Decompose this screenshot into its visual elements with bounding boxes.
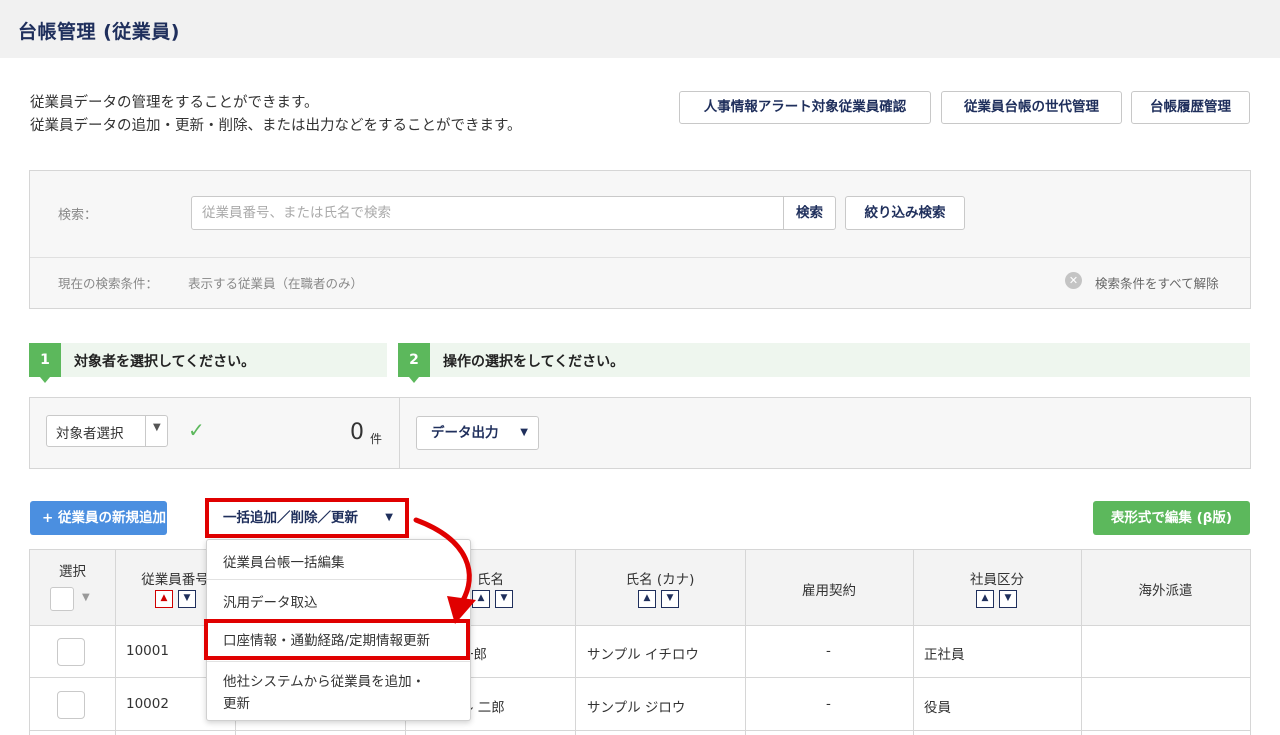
- sort-desc-icon[interactable]: ▼: [178, 590, 196, 608]
- header-overseas: 海外派遣: [1138, 583, 1193, 599]
- column-divider: [1081, 550, 1082, 735]
- description-line-1: 従業員データの管理をすることができます。: [30, 95, 319, 111]
- sort-desc-icon[interactable]: ▼: [661, 590, 679, 608]
- caret-down-icon: ▼: [385, 512, 393, 523]
- condition-value: 表示する従業員（在職者のみ）: [188, 276, 364, 291]
- select-all-checkbox[interactable]: [50, 587, 74, 611]
- row-checkbox[interactable]: [57, 691, 85, 719]
- sort-desc-icon[interactable]: ▼: [999, 590, 1017, 608]
- ops-divider: [399, 398, 400, 468]
- generation-management-button[interactable]: 従業員台帳の世代管理: [941, 91, 1122, 124]
- caret-down-icon: ▼: [520, 427, 528, 438]
- data-output-label: データ出力: [431, 425, 499, 441]
- cell-contract: -: [826, 643, 831, 659]
- search-button[interactable]: 検索: [783, 196, 836, 230]
- menu-item-generic-import[interactable]: 汎用データ取込: [207, 591, 470, 611]
- menu-item-other-system-import[interactable]: 他社システムから従業員を追加・: [207, 670, 470, 690]
- cell-category: 役員: [924, 700, 951, 716]
- check-icon: ✓: [188, 418, 205, 442]
- operations-panel: 対象者選択 ▼ ✓ 0 件 データ出力 ▼: [29, 397, 1251, 469]
- data-output-button[interactable]: データ出力 ▼: [416, 416, 539, 450]
- category-sort: ▲ ▼: [976, 590, 1018, 608]
- header-category: 社員区分: [970, 572, 1024, 588]
- ledger-history-button[interactable]: 台帳履歴管理: [1131, 91, 1250, 124]
- target-select-label: 対象者選択: [56, 426, 124, 442]
- search-input[interactable]: 従業員番号、または氏名で検索: [191, 196, 784, 230]
- column-divider: [913, 550, 914, 735]
- selected-count-unit: 件: [370, 432, 383, 446]
- dropdown-separator: [145, 416, 146, 446]
- cell-emp-no: 10001: [126, 643, 169, 659]
- cell-name-kana: サンプル イチロウ: [587, 647, 699, 663]
- sort-asc-icon[interactable]: ▲: [638, 590, 656, 608]
- alert-employees-button[interactable]: 人事情報アラート対象従業員確認: [679, 91, 931, 124]
- step-2-bar: 2 操作の選択をしてください。: [398, 343, 1250, 383]
- selected-count: 0: [350, 420, 364, 445]
- add-employee-button[interactable]: + 従業員の新規追加: [30, 501, 167, 535]
- bulk-operations-label: 一括追加／削除／更新: [223, 510, 358, 526]
- sort-desc-icon[interactable]: ▼: [495, 590, 513, 608]
- step-2-number: 2: [398, 343, 430, 383]
- menu-separator: [207, 661, 470, 662]
- sort-asc-icon[interactable]: ▲: [155, 590, 173, 608]
- search-panel: 検索： 従業員番号、または氏名で検索 検索 絞り込み検索 現在の検索条件： 表示…: [29, 170, 1251, 309]
- clear-circle-icon: ✕: [1065, 272, 1082, 289]
- name-sort: ▲ ▼: [472, 590, 514, 608]
- sort-asc-icon[interactable]: ▲: [976, 590, 994, 608]
- page-description: 従業員データの管理をすることができます。 従業員データの追加・更新・削除、または…: [30, 92, 522, 138]
- grid-edit-button[interactable]: 表形式で編集 (β版): [1093, 501, 1250, 535]
- search-label: 検索：: [58, 208, 98, 223]
- row-checkbox[interactable]: [57, 638, 85, 666]
- step-2-text: 操作の選択をしてください。: [443, 354, 625, 370]
- cell-name-kana: サンプル ジロウ: [587, 700, 686, 716]
- filter-search-button[interactable]: 絞り込み検索: [845, 196, 965, 230]
- page-title: 台帳管理 (従業員): [18, 21, 180, 43]
- header-name-kana: 氏名 (カナ): [625, 572, 695, 588]
- page-header: 台帳管理 (従業員): [0, 0, 1280, 58]
- column-divider: [575, 550, 576, 735]
- condition-label: 現在の検索条件：: [58, 276, 159, 291]
- step-1-text: 対象者を選択してください。: [74, 354, 256, 370]
- menu-separator: [207, 579, 470, 580]
- cell-category: 正社員: [924, 647, 965, 663]
- target-select-dropdown[interactable]: 対象者選択 ▼: [46, 415, 168, 447]
- caret-down-icon: ▼: [153, 422, 161, 433]
- step-1-bar: 1 対象者を選択してください。: [29, 343, 387, 383]
- header-contract: 雇用契約: [802, 583, 856, 599]
- description-line-2: 従業員データの追加・更新・削除、または出力などをすることができます。: [30, 118, 522, 134]
- bulk-operations-button[interactable]: 一括追加／削除／更新 ▼: [205, 498, 409, 538]
- name-kana-sort: ▲ ▼: [638, 590, 680, 608]
- menu-item-ledger-bulk-edit[interactable]: 従業員台帳一括編集: [207, 551, 470, 571]
- emp-no-sort: ▲ ▼: [155, 590, 197, 608]
- header-select: 選択: [59, 564, 86, 580]
- caret-down-icon[interactable]: ▼: [82, 592, 90, 603]
- step-1-number: 1: [29, 343, 61, 383]
- cell-emp-no: 10002: [126, 696, 169, 712]
- sort-asc-icon[interactable]: ▲: [472, 590, 490, 608]
- menu-item-other-system-import-cont[interactable]: 更新: [207, 692, 470, 712]
- column-divider: [745, 550, 746, 735]
- search-divider: [30, 257, 1250, 258]
- column-divider: [115, 550, 116, 735]
- cell-contract: -: [826, 696, 831, 712]
- highlight-box: [204, 619, 470, 660]
- clear-conditions-label: 検索条件をすべて解除: [1095, 276, 1219, 291]
